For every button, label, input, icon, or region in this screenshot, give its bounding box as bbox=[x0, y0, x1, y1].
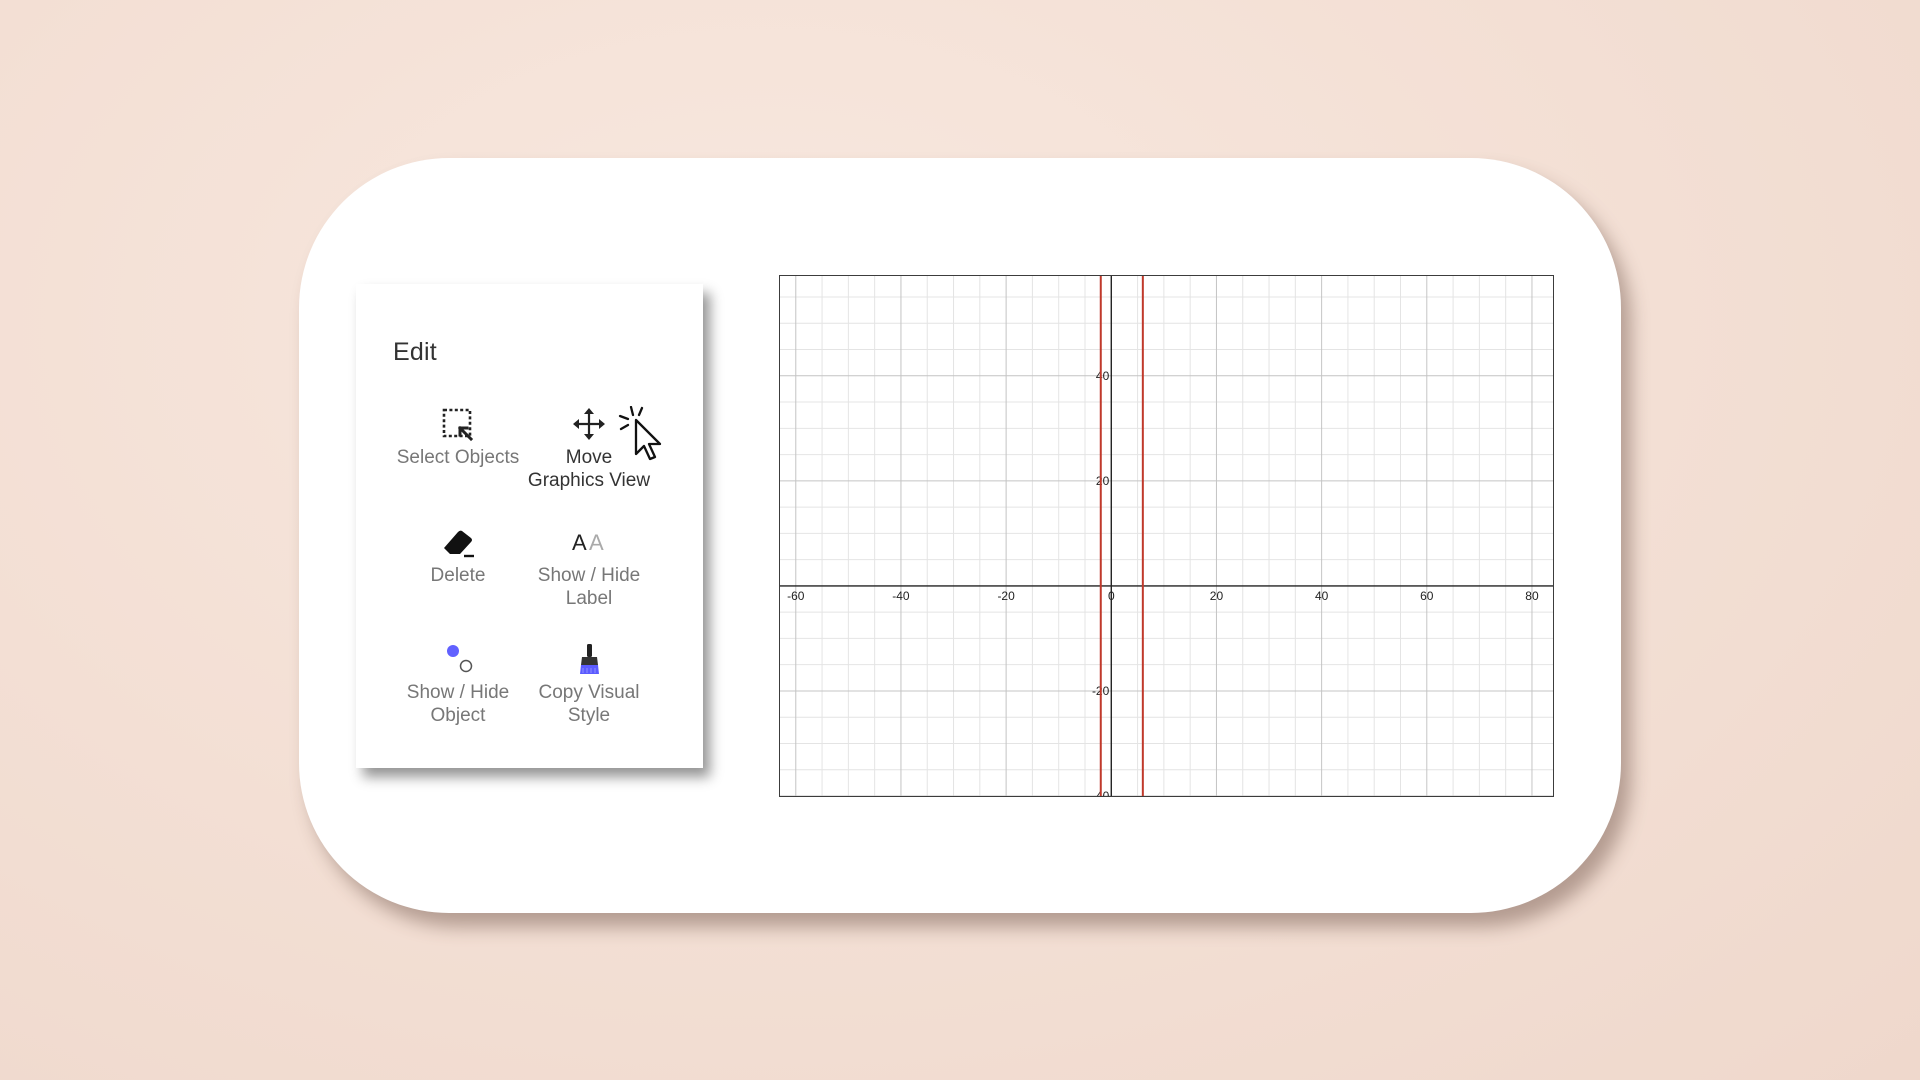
x-tick-label: -40 bbox=[892, 589, 910, 603]
tool-delete[interactable]: Delete bbox=[388, 522, 528, 587]
graphics-view[interactable]: -60-40-20020406080-40-20204060 bbox=[779, 275, 1554, 797]
tool-copy-visual-style[interactable]: Copy Visual Style bbox=[519, 639, 659, 727]
x-tick-label: 20 bbox=[1210, 589, 1224, 603]
tool-show-hide-object[interactable]: Show / Hide Object bbox=[388, 639, 528, 727]
panel-title: Edit bbox=[393, 338, 437, 366]
eraser-icon bbox=[444, 530, 474, 558]
label-aa-icon: A A bbox=[572, 530, 604, 555]
tool-label: Copy Visual Style bbox=[538, 682, 640, 726]
y-tick-label: 20 bbox=[1096, 474, 1110, 488]
x-tick-label: -60 bbox=[787, 589, 805, 603]
edit-tools-panel: Edit Select Objects Move Graphics View D… bbox=[356, 284, 703, 768]
x-tick-label: 80 bbox=[1525, 589, 1539, 603]
coordinate-grid: -60-40-20020406080-40-20204060 bbox=[780, 276, 1553, 796]
show-hide-dots-icon bbox=[447, 645, 473, 673]
x-tick-label: 0 bbox=[1108, 589, 1115, 603]
tool-label: Delete bbox=[430, 565, 486, 586]
svg-text:A: A bbox=[589, 530, 604, 555]
move-arrows-icon bbox=[573, 408, 605, 440]
tool-label: Select Objects bbox=[396, 447, 520, 468]
select-objects-icon bbox=[442, 408, 474, 442]
y-tick-label: 40 bbox=[1096, 369, 1110, 383]
click-cursor-icon bbox=[618, 406, 662, 461]
paintbrush-icon bbox=[580, 644, 599, 674]
x-tick-label: 60 bbox=[1420, 589, 1434, 603]
tool-label: Show / Hide Object bbox=[406, 682, 510, 726]
x-tick-label: 40 bbox=[1315, 589, 1329, 603]
x-tick-label: -20 bbox=[997, 589, 1015, 603]
tool-show-hide-label[interactable]: A A Show / Hide Label bbox=[519, 522, 659, 610]
y-tick-label: 60 bbox=[1096, 276, 1110, 278]
tool-label: Show / Hide Label bbox=[537, 565, 641, 609]
svg-text:A: A bbox=[572, 530, 587, 555]
tool-select-objects[interactable]: Select Objects bbox=[388, 404, 528, 469]
